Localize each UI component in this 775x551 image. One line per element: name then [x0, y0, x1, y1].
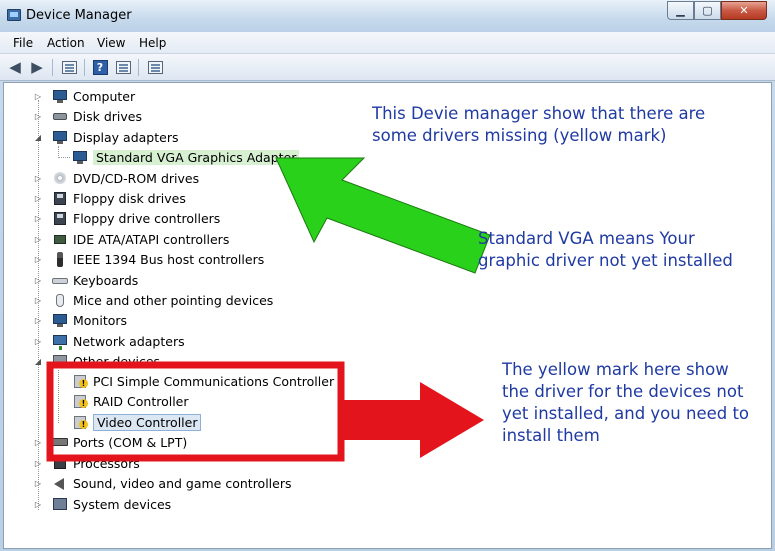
red-arrow-shape	[344, 382, 484, 458]
annotation-line: some drivers missing (yellow mark)	[372, 126, 667, 145]
annotation-standard-vga: Standard VGA means Your graphic driver n…	[478, 228, 733, 272]
green-arrow-shape	[275, 157, 491, 274]
annotation-yellow-mark: The yellow mark here show the driver for…	[502, 359, 749, 447]
red-highlight-box	[46, 361, 345, 462]
annotation-line: yet installed, and you need to	[502, 404, 750, 423]
annotation-overlay	[46, 157, 491, 462]
annotation-line: graphic driver not yet installed	[478, 251, 733, 270]
annotation-line: This Devie manager show that there are	[372, 104, 706, 123]
annotation-line: install them	[502, 426, 600, 445]
device-manager-window: Device Manager ▁ ▢ ✕ File Action View He…	[0, 0, 775, 551]
annotation-line: Standard VGA means Your	[478, 229, 695, 248]
annotation-missing-drivers: This Devie manager show that there are s…	[372, 103, 705, 147]
annotation-line: the driver for the devices not	[502, 382, 744, 401]
annotation-line: The yellow mark here show	[502, 360, 729, 379]
